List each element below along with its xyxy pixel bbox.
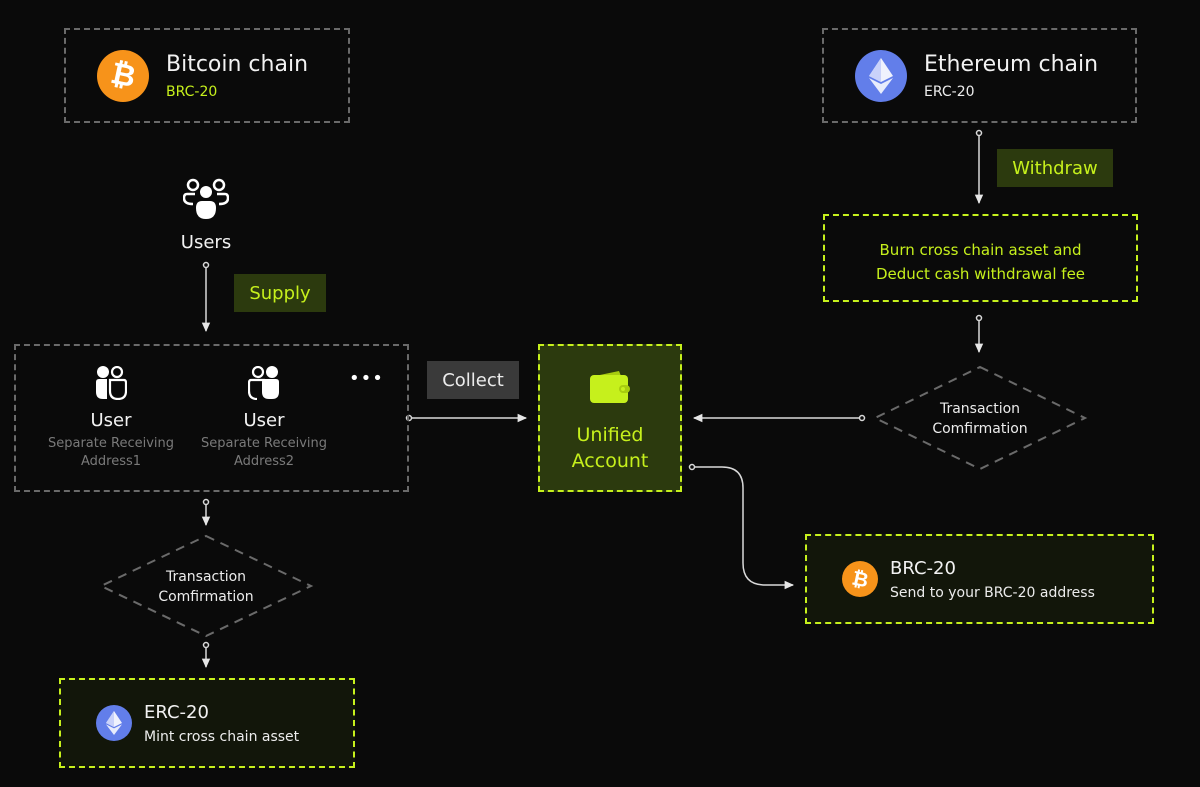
user-address-line1: Separate Receiving xyxy=(200,436,327,451)
mint-result-title: ERC-20 xyxy=(144,701,209,723)
confirm-left-line2: Comfirmation xyxy=(158,589,254,605)
burn-asset-node: Burn cross chain asset and Deduct cash w… xyxy=(823,214,1138,302)
users-node: Users xyxy=(156,178,256,253)
user-name: User xyxy=(243,410,285,431)
bitcoin-chain-card: ₿ Bitcoin chain BRC-20 xyxy=(64,28,350,123)
confirm-right-line2: Comfirmation xyxy=(932,421,1028,437)
confirm-left-line1: Transaction xyxy=(165,569,247,585)
burn-line1: Burn cross chain asset and xyxy=(879,241,1082,259)
wallet-icon xyxy=(590,371,630,403)
ethereum-chain-standard: ERC-20 xyxy=(924,83,975,100)
user-address-line2: Address2 xyxy=(233,454,295,469)
user-name: User xyxy=(90,410,132,431)
arrow-unified-to-send xyxy=(692,466,795,590)
send-result-card: ₿ BRC-20 Send to your BRC-20 address xyxy=(805,534,1154,624)
users-group-icon xyxy=(182,178,230,219)
ethereum-chain-card: Ethereum chain ERC-20 xyxy=(822,28,1137,123)
ethereum-chain-title: Ethereum chain xyxy=(924,51,1099,77)
collect-tag: Collect xyxy=(427,361,519,399)
confirm-right-label: Transaction Comfirmation xyxy=(900,399,1060,439)
user-node-2: User Separate Receiving Address2 xyxy=(189,365,339,471)
unified-account-node: Unified Account xyxy=(538,344,682,492)
unified-account-line1: Unified xyxy=(576,424,644,446)
user-address-line1: Separate Receiving xyxy=(47,436,174,451)
bitcoin-chain-standard: BRC-20 xyxy=(166,83,218,100)
user-node-1: User Separate Receiving Address1 xyxy=(36,365,186,471)
user-address-line2: Address1 xyxy=(80,454,142,469)
ethereum-icon xyxy=(96,705,132,741)
user-pair-icon xyxy=(96,365,128,401)
bitcoin-icon: ₿ xyxy=(97,49,149,102)
supply-tag: Supply xyxy=(234,274,326,312)
bitcoin-chain-title: Bitcoin chain xyxy=(166,51,309,77)
send-result-title: BRC-20 xyxy=(890,557,956,579)
users-label: Users xyxy=(180,232,232,253)
send-result-subtitle: Send to your BRC-20 address xyxy=(890,584,1095,601)
bitcoin-icon: ₿ xyxy=(842,561,878,597)
confirm-left-label: Transaction Comfirmation xyxy=(126,567,286,607)
mint-result-subtitle: Mint cross chain asset xyxy=(144,728,300,745)
confirm-right-line1: Transaction xyxy=(939,401,1021,417)
burn-line2: Deduct cash withdrawal fee xyxy=(875,265,1086,283)
user-pair-icon xyxy=(247,365,279,401)
mint-result-card: ERC-20 Mint cross chain asset xyxy=(59,678,355,768)
ethereum-icon xyxy=(855,49,907,102)
more-users-ellipsis-icon: ••• xyxy=(349,368,384,389)
unified-account-line2: Account xyxy=(571,450,649,472)
withdraw-tag: Withdraw xyxy=(997,149,1113,187)
